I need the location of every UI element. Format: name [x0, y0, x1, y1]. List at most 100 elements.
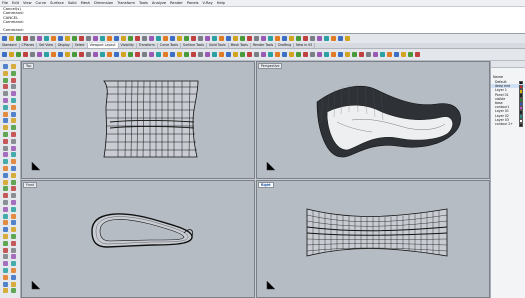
viewport-perspective[interactable]: Perspective	[256, 61, 490, 179]
tool-icon[interactable]	[289, 52, 294, 57]
tool-icon[interactable]	[11, 84, 16, 90]
tool-icon[interactable]	[11, 234, 16, 239]
tool-icon[interactable]	[11, 247, 16, 253]
tool-icon[interactable]	[324, 52, 329, 57]
tool-icon[interactable]	[11, 268, 16, 273]
tool-icon[interactable]	[3, 125, 8, 131]
toolbar-tab[interactable]: Surface Tools	[181, 43, 208, 48]
tool-icon[interactable]	[3, 111, 8, 117]
tool-icon[interactable]	[296, 52, 301, 57]
tool-icon[interactable]	[331, 52, 336, 57]
tool-icon[interactable]	[72, 36, 77, 41]
tool-icon[interactable]	[23, 52, 28, 57]
tool-icon[interactable]	[114, 52, 119, 57]
tool-icon[interactable]	[3, 200, 8, 205]
tool-icon[interactable]	[177, 52, 182, 57]
tool-icon[interactable]	[44, 36, 49, 41]
tool-icon[interactable]	[9, 36, 14, 41]
tool-icon[interactable]	[142, 52, 147, 57]
toolbar-tab[interactable]: Mesh Tools	[229, 43, 251, 48]
tool-icon[interactable]	[37, 36, 42, 41]
tool-icon[interactable]	[100, 52, 105, 57]
tool-icon[interactable]	[310, 36, 315, 41]
tool-icon[interactable]	[142, 36, 147, 41]
tool-icon[interactable]	[121, 36, 126, 41]
tool-icon[interactable]	[212, 36, 217, 41]
menu-item[interactable]: View	[21, 0, 34, 6]
tool-icon[interactable]	[114, 36, 119, 41]
tool-icon[interactable]	[3, 274, 8, 280]
tool-icon[interactable]	[205, 36, 210, 41]
tool-icon[interactable]	[219, 52, 224, 57]
tool-icon[interactable]	[261, 36, 266, 41]
tool-icon[interactable]	[177, 36, 182, 41]
tool-icon[interactable]	[233, 52, 238, 57]
tool-icon[interactable]	[3, 77, 8, 83]
tool-icon[interactable]	[317, 36, 322, 41]
tool-icon[interactable]	[156, 52, 161, 57]
tool-icon[interactable]	[11, 186, 16, 192]
tool-icon[interactable]	[282, 36, 287, 41]
tool-icon[interactable]	[11, 64, 16, 69]
viewport-right[interactable]: Right	[256, 180, 490, 298]
tool-icon[interactable]	[2, 36, 7, 41]
tool-icon[interactable]	[3, 206, 8, 212]
toolbar-tab[interactable]: Curve Tools	[158, 43, 182, 48]
tool-icon[interactable]	[226, 52, 231, 57]
tool-icon[interactable]	[366, 52, 371, 57]
tool-icon[interactable]	[3, 64, 8, 69]
tool-icon[interactable]	[149, 36, 154, 41]
tool-icon[interactable]	[380, 52, 385, 57]
tool-icon[interactable]	[3, 254, 8, 260]
tool-icon[interactable]	[3, 179, 8, 185]
tool-icon[interactable]	[191, 36, 196, 41]
tool-icon[interactable]	[3, 166, 8, 171]
tool-icon[interactable]	[11, 98, 16, 103]
tool-icon[interactable]	[11, 145, 16, 151]
menu-item[interactable]: Panels	[185, 0, 201, 6]
viewport-front[interactable]: Front	[21, 180, 255, 298]
viewport-top[interactable]: Top	[21, 61, 255, 179]
tool-icon[interactable]	[11, 240, 16, 246]
tool-icon[interactable]	[3, 193, 8, 199]
layer-color-swatch[interactable]	[519, 122, 524, 128]
tool-icon[interactable]	[352, 52, 357, 57]
tool-icon[interactable]	[30, 52, 35, 57]
tool-icon[interactable]	[79, 36, 84, 41]
tool-icon[interactable]	[240, 36, 245, 41]
tool-icon[interactable]	[135, 52, 140, 57]
tool-icon[interactable]	[3, 132, 8, 137]
tool-icon[interactable]	[296, 36, 301, 41]
tool-icon[interactable]	[198, 36, 203, 41]
tool-icon[interactable]	[191, 52, 196, 57]
tool-icon[interactable]	[226, 36, 231, 41]
menu-item[interactable]: Transform	[115, 0, 137, 6]
tool-icon[interactable]	[345, 52, 350, 57]
tool-icon[interactable]	[163, 36, 168, 41]
tool-icon[interactable]	[65, 52, 70, 57]
tool-icon[interactable]	[44, 52, 49, 57]
tool-icon[interactable]	[11, 274, 16, 280]
tool-icon[interactable]	[11, 70, 16, 76]
tool-icon[interactable]	[23, 36, 28, 41]
tool-icon[interactable]	[11, 172, 16, 178]
tool-icon[interactable]	[3, 104, 8, 110]
tool-icon[interactable]	[310, 52, 315, 57]
tool-icon[interactable]	[86, 36, 91, 41]
tool-icon[interactable]	[170, 36, 175, 41]
tool-icon[interactable]	[303, 36, 308, 41]
tool-icon[interactable]	[3, 84, 8, 90]
tool-icon[interactable]	[401, 52, 406, 57]
tool-icon[interactable]	[107, 52, 112, 57]
tool-icon[interactable]	[198, 52, 203, 57]
tool-icon[interactable]	[338, 52, 343, 57]
tool-icon[interactable]	[3, 268, 8, 273]
tool-icon[interactable]	[184, 36, 189, 41]
toolbar-tab[interactable]: Solid Tools	[207, 43, 229, 48]
tool-icon[interactable]	[345, 36, 350, 41]
tool-icon[interactable]	[254, 36, 259, 41]
tool-icon[interactable]	[11, 91, 16, 97]
tool-icon[interactable]	[3, 281, 8, 287]
tool-icon[interactable]	[65, 36, 70, 41]
tool-icon[interactable]	[72, 52, 77, 57]
